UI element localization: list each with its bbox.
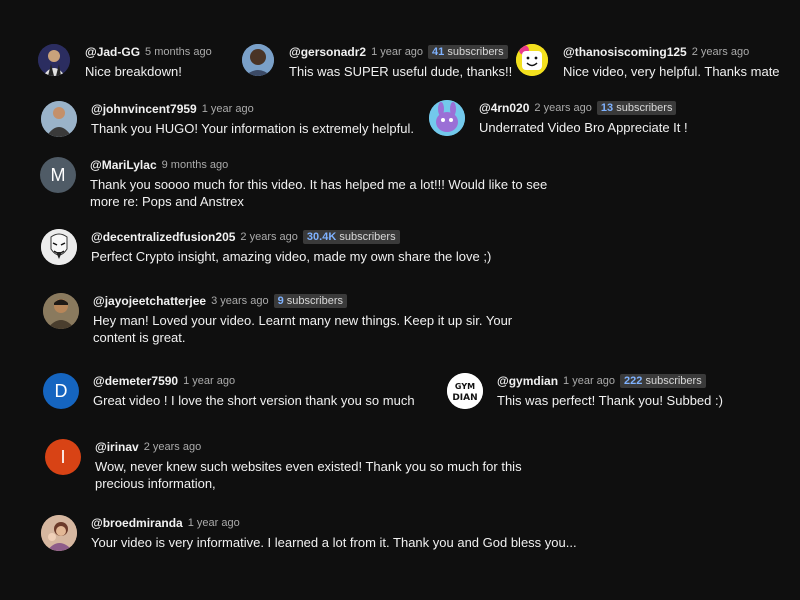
comment-author[interactable]: @irinav xyxy=(95,440,139,454)
comment: GYM DIAN @gymdian 1 year ago 222 subscri… xyxy=(447,373,723,409)
comment-timestamp[interactable]: 2 years ago xyxy=(240,231,297,243)
user-avatar[interactable] xyxy=(242,44,274,76)
user-avatar[interactable] xyxy=(41,101,77,137)
comment: I @irinav 2 years ago Wow, never knew su… xyxy=(45,439,565,492)
comment-text: This was perfect! Thank you! Subbed :) xyxy=(497,393,723,408)
user-avatar[interactable] xyxy=(41,229,77,265)
comment-text: Your video is very informative. I learne… xyxy=(91,535,577,550)
comment: @gersonadr2 1 year ago 41 subscribers Th… xyxy=(242,44,512,80)
comment-author[interactable]: @johnvincent7959 xyxy=(91,102,197,116)
comment-author[interactable]: @gymdian xyxy=(497,374,558,388)
comment: M @MariLylac 9 months ago Thank you sooo… xyxy=(40,157,560,210)
comment-timestamp[interactable]: 1 year ago xyxy=(188,517,240,529)
photo-avatar-icon xyxy=(242,44,274,76)
user-avatar[interactable] xyxy=(516,44,548,76)
comment-text: Thank you soooo much for this video. It … xyxy=(90,177,548,209)
subscriber-badge: 30.4K subscribers xyxy=(302,230,400,244)
comment: @thanosiscoming125 2 years ago Nice vide… xyxy=(516,44,780,80)
comment-text: Great video ! I love the short version t… xyxy=(93,393,415,408)
user-avatar[interactable]: M xyxy=(40,157,76,193)
comment-author[interactable]: @broedmiranda xyxy=(91,516,183,530)
mask-avatar-icon xyxy=(41,229,77,265)
comment-author[interactable]: @Jad-GG xyxy=(85,45,140,59)
user-avatar[interactable] xyxy=(38,44,70,76)
user-avatar[interactable] xyxy=(41,515,77,551)
comment-text: Wow, never knew such websites even exist… xyxy=(95,459,522,491)
comment-timestamp[interactable]: 3 years ago xyxy=(211,295,268,307)
subscriber-badge: 9 subscribers xyxy=(273,294,348,308)
user-avatar[interactable]: GYM DIAN xyxy=(447,373,483,409)
comment-author[interactable]: @decentralizedfusion205 xyxy=(91,230,235,244)
comment-timestamp[interactable]: 1 year ago xyxy=(183,375,235,387)
comment: @johnvincent7959 1 year ago Thank you HU… xyxy=(41,101,414,137)
subscriber-badge: 222 subscribers xyxy=(620,374,706,388)
avatar-letter: M xyxy=(50,164,66,185)
comment-author[interactable]: @jayojeetchatterjee xyxy=(93,294,206,308)
comment-timestamp[interactable]: 2 years ago xyxy=(534,102,591,114)
svg-text:GYM: GYM xyxy=(455,382,475,391)
marshmello-avatar-icon xyxy=(516,44,548,76)
comment-text: Nice video, very helpful. Thanks mate xyxy=(563,64,780,79)
comment-text: Nice breakdown! xyxy=(85,64,182,79)
comment-timestamp[interactable]: 5 months ago xyxy=(145,46,212,58)
comment-timestamp[interactable]: 9 months ago xyxy=(162,159,229,171)
comment-author[interactable]: @demeter7590 xyxy=(93,374,178,388)
user-avatar[interactable] xyxy=(429,100,465,136)
comment: @4rn020 2 years ago 13 subscribers Under… xyxy=(429,100,688,136)
user-avatar[interactable] xyxy=(43,293,79,329)
avatar-letter: D xyxy=(54,380,68,401)
subscriber-badge: 41 subscribers xyxy=(428,45,508,59)
photo-avatar-icon xyxy=(38,44,70,76)
comment: @decentralizedfusion205 2 years ago 30.4… xyxy=(41,229,491,265)
avatar-letter: I xyxy=(60,446,66,467)
user-avatar[interactable]: D xyxy=(43,373,79,409)
photo-avatar-icon xyxy=(43,293,79,329)
comment-author[interactable]: @gersonadr2 xyxy=(289,45,366,59)
user-avatar[interactable]: I xyxy=(45,439,81,475)
comment: D @demeter7590 1 year ago Great video ! … xyxy=(43,373,415,409)
comment-text: Underrated Video Bro Appreciate It ! xyxy=(479,120,688,135)
comment-timestamp[interactable]: 1 year ago xyxy=(563,375,615,387)
comment-timestamp[interactable]: 2 years ago xyxy=(692,46,749,58)
comment-author[interactable]: @4rn020 xyxy=(479,101,529,115)
photo-avatar-icon xyxy=(429,100,465,136)
comment: @Jad-GG 5 months ago Nice breakdown! xyxy=(38,44,212,80)
gymdian-logo-icon: GYM DIAN xyxy=(447,373,483,409)
comment-text: Thank you HUGO! Your information is extr… xyxy=(91,121,414,136)
photo-avatar-icon xyxy=(41,515,77,551)
svg-text:DIAN: DIAN xyxy=(452,393,477,403)
comment: @broedmiranda 1 year ago Your video is v… xyxy=(41,515,577,551)
photo-avatar-icon xyxy=(41,101,77,137)
comment-text: This was SUPER useful dude, thanks!! xyxy=(289,64,513,79)
comment-text: Perfect Crypto insight, amazing video, m… xyxy=(91,249,492,264)
comment-timestamp[interactable]: 2 years ago xyxy=(144,441,201,453)
comment-text: Hey man! Loved your video. Learnt many n… xyxy=(93,313,513,345)
comment-timestamp[interactable]: 1 year ago xyxy=(202,103,254,115)
subscriber-badge: 13 subscribers xyxy=(596,101,677,115)
comment-timestamp[interactable]: 1 year ago xyxy=(371,46,423,58)
comment: @jayojeetchatterjee 3 years ago 9 subscr… xyxy=(43,293,543,346)
comment-author[interactable]: @MariLylac xyxy=(90,158,157,172)
comment-author[interactable]: @thanosiscoming125 xyxy=(563,45,687,59)
